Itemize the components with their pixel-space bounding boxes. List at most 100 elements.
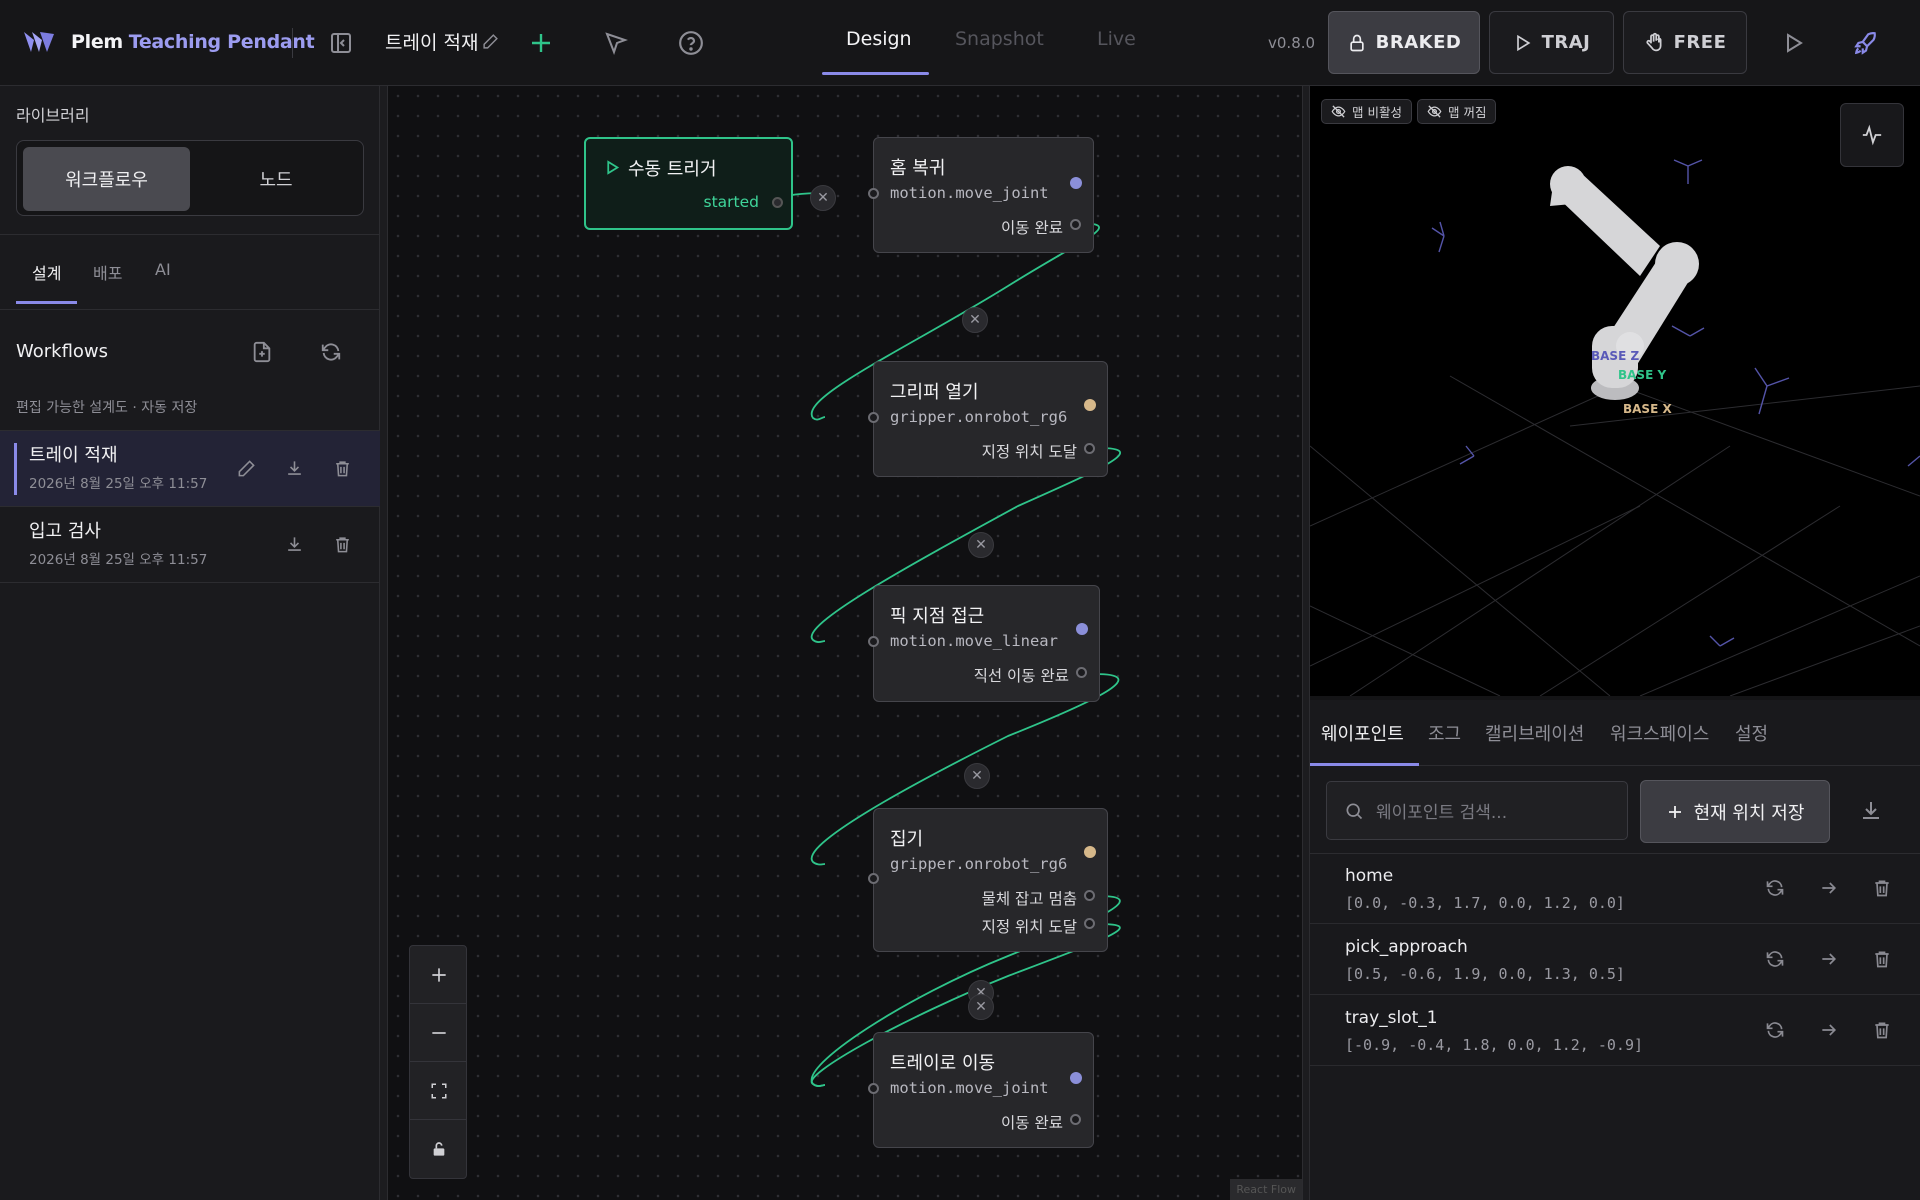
telemetry-button[interactable]: [1840, 103, 1904, 167]
node-output-label: 지정 위치 도달: [981, 443, 1077, 461]
robot-3d-viewer[interactable]: BASE Z BASE Y BASE X 맵 비활성 맵 꺼짐: [1310, 86, 1920, 696]
waypoint-row[interactable]: pick_approach [0.5, -0.6, 1.9, 0.0, 1.3,…: [1310, 925, 1920, 995]
map-off-badge[interactable]: 맵 꺼짐: [1417, 99, 1497, 124]
add-icon[interactable]: [529, 31, 553, 55]
trash-icon[interactable]: [1872, 1020, 1892, 1040]
update-icon[interactable]: [1765, 878, 1785, 898]
map-inactive-badge[interactable]: 맵 비활성: [1321, 99, 1412, 124]
trash-icon[interactable]: [333, 535, 352, 554]
output-handle[interactable]: [1070, 219, 1081, 230]
free-button[interactable]: FREE: [1623, 11, 1747, 74]
tab-design-sidebar[interactable]: 설계: [32, 260, 61, 284]
trash-icon[interactable]: [1872, 878, 1892, 898]
waypoint-search[interactable]: 웨이포인트 검색...: [1326, 781, 1628, 840]
edge-delete-button[interactable]: ✕: [968, 994, 994, 1020]
waypoint-row[interactable]: home [0.0, -0.3, 1.7, 0.0, 1.2, 0.0]: [1310, 854, 1920, 924]
sidebar-resize-handle[interactable]: [380, 86, 388, 1200]
node-status-dot: [1084, 846, 1096, 858]
go-to-arrow-icon[interactable]: [1819, 949, 1839, 969]
search-input[interactable]: 웨이포인트 검색...: [1376, 798, 1507, 823]
edge-delete-button[interactable]: ✕: [962, 307, 988, 333]
input-handle[interactable]: [868, 873, 879, 884]
new-file-icon[interactable]: [251, 341, 273, 363]
waypoint-name: pick_approach: [1345, 937, 1468, 957]
node-grip[interactable]: 집기 gripper.onrobot_rg6 물체 잡고 멈춤 지정 위치 도달: [868, 808, 1108, 952]
download-icon[interactable]: [285, 459, 304, 478]
waypoint-values: [-0.9, -0.4, 1.8, 0.0, 1.2, -0.9]: [1345, 1036, 1644, 1054]
edge-delete-button[interactable]: ✕: [964, 763, 990, 789]
workflow-title[interactable]: 트레이 적재: [385, 28, 478, 55]
tab-active-indicator: [822, 72, 929, 75]
edge-delete-button[interactable]: ✕: [810, 185, 836, 211]
library-title: 라이브러리: [16, 106, 90, 125]
segment-node[interactable]: 노드: [193, 147, 359, 211]
segment-workflow[interactable]: 워크플로우: [23, 147, 190, 211]
tab-settings[interactable]: 설정: [1735, 720, 1768, 746]
save-current-position-button[interactable]: 현재 위치 저장: [1640, 780, 1830, 843]
input-handle[interactable]: [868, 636, 879, 647]
workflow-item-tray-loading[interactable]: 트레이 적재 2026년 8월 25일 오후 11:57: [0, 431, 380, 507]
fit-view-button[interactable]: [410, 1062, 466, 1120]
traj-button[interactable]: TRAJ: [1489, 11, 1614, 74]
braked-button[interactable]: BRAKED: [1328, 11, 1480, 74]
trigger-node[interactable]: 수동 트리거 started: [584, 137, 793, 230]
refresh-icon[interactable]: [320, 341, 342, 363]
plem-logo-icon: [22, 30, 56, 54]
update-icon[interactable]: [1765, 949, 1785, 969]
react-flow-attribution[interactable]: React Flow: [1230, 1179, 1302, 1200]
trash-icon[interactable]: [333, 459, 352, 478]
zoom-in-button[interactable]: [410, 946, 466, 1004]
export-download-icon[interactable]: [1859, 799, 1883, 823]
download-icon[interactable]: [285, 535, 304, 554]
help-icon[interactable]: [678, 30, 704, 56]
tab-deploy[interactable]: 배포: [93, 260, 122, 284]
lock-toggle-button[interactable]: [410, 1120, 466, 1178]
tab-ai[interactable]: AI: [155, 260, 171, 279]
output-handle[interactable]: [1084, 443, 1095, 454]
node-pick-approach[interactable]: 픽 지점 접근 motion.move_linear 직선 이동 완료: [868, 585, 1100, 702]
output-handle[interactable]: [1076, 667, 1087, 678]
frame-markers: [1431, 159, 1920, 647]
waypoint-row[interactable]: tray_slot_1 [-0.9, -0.4, 1.8, 0.0, 1.2, …: [1310, 996, 1920, 1066]
flow-canvas[interactable]: ✕ ✕ ✕ ✕ ✕ ✕ 수동 트리거 started 홈 복귀 motion.m…: [388, 86, 1302, 1200]
input-handle[interactable]: [868, 412, 879, 423]
edit-title-icon[interactable]: [482, 33, 499, 50]
update-icon[interactable]: [1765, 1020, 1785, 1040]
waypoint-values: [0.0, -0.3, 1.7, 0.0, 1.2, 0.0]: [1345, 894, 1625, 912]
node-home-return[interactable]: 홈 복귀 motion.move_joint 이동 완료: [868, 137, 1094, 253]
tab-workspace[interactable]: 워크스페이스: [1610, 720, 1709, 746]
free-label: FREE: [1673, 32, 1727, 53]
input-handle[interactable]: [868, 188, 879, 199]
output-handle[interactable]: [772, 197, 783, 208]
zoom-out-button[interactable]: [410, 1004, 466, 1062]
tab-active-indicator: [1310, 763, 1419, 766]
tab-waypoints[interactable]: 웨이포인트: [1321, 720, 1404, 746]
waypoint-values: [0.5, -0.6, 1.9, 0.0, 1.3, 0.5]: [1345, 965, 1625, 983]
node-status-dot: [1070, 177, 1082, 189]
pointer-tool-icon[interactable]: [604, 31, 628, 55]
tab-live[interactable]: Live: [1097, 28, 1136, 50]
tab-design[interactable]: Design: [846, 28, 912, 50]
go-to-arrow-icon[interactable]: [1819, 878, 1839, 898]
node-move-to-tray[interactable]: 트레이로 이동 motion.move_joint 이동 완료: [868, 1032, 1094, 1148]
tab-calibration[interactable]: 캘리브레이션: [1485, 720, 1584, 746]
node-gripper-open[interactable]: 그리퍼 열기 gripper.onrobot_rg6 지정 위치 도달: [868, 361, 1108, 477]
go-to-arrow-icon[interactable]: [1819, 1020, 1839, 1040]
trash-icon[interactable]: [1872, 949, 1892, 969]
panel-resize-handle[interactable]: [1302, 86, 1310, 1200]
output-handle[interactable]: [1084, 890, 1095, 901]
edit-icon[interactable]: [237, 459, 256, 478]
run-icon[interactable]: [1782, 31, 1806, 55]
node-status-dot: [1084, 399, 1096, 411]
deploy-rocket-icon[interactable]: [1853, 30, 1879, 56]
input-handle[interactable]: [868, 1083, 879, 1094]
workflow-item-inbound-inspection[interactable]: 입고 검사 2026년 8월 25일 오후 11:57: [0, 507, 380, 583]
output-handle[interactable]: [1084, 918, 1095, 929]
workflow-date: 2026년 8월 25일 오후 11:57: [29, 552, 208, 568]
edge-delete-button[interactable]: ✕: [968, 532, 994, 558]
tab-jog[interactable]: 조그: [1428, 720, 1461, 746]
tab-snapshot[interactable]: Snapshot: [955, 28, 1044, 50]
app-brand: Plem Teaching Pendant: [71, 31, 315, 53]
sidebar-toggle-icon[interactable]: [329, 31, 353, 55]
output-handle[interactable]: [1070, 1114, 1081, 1125]
